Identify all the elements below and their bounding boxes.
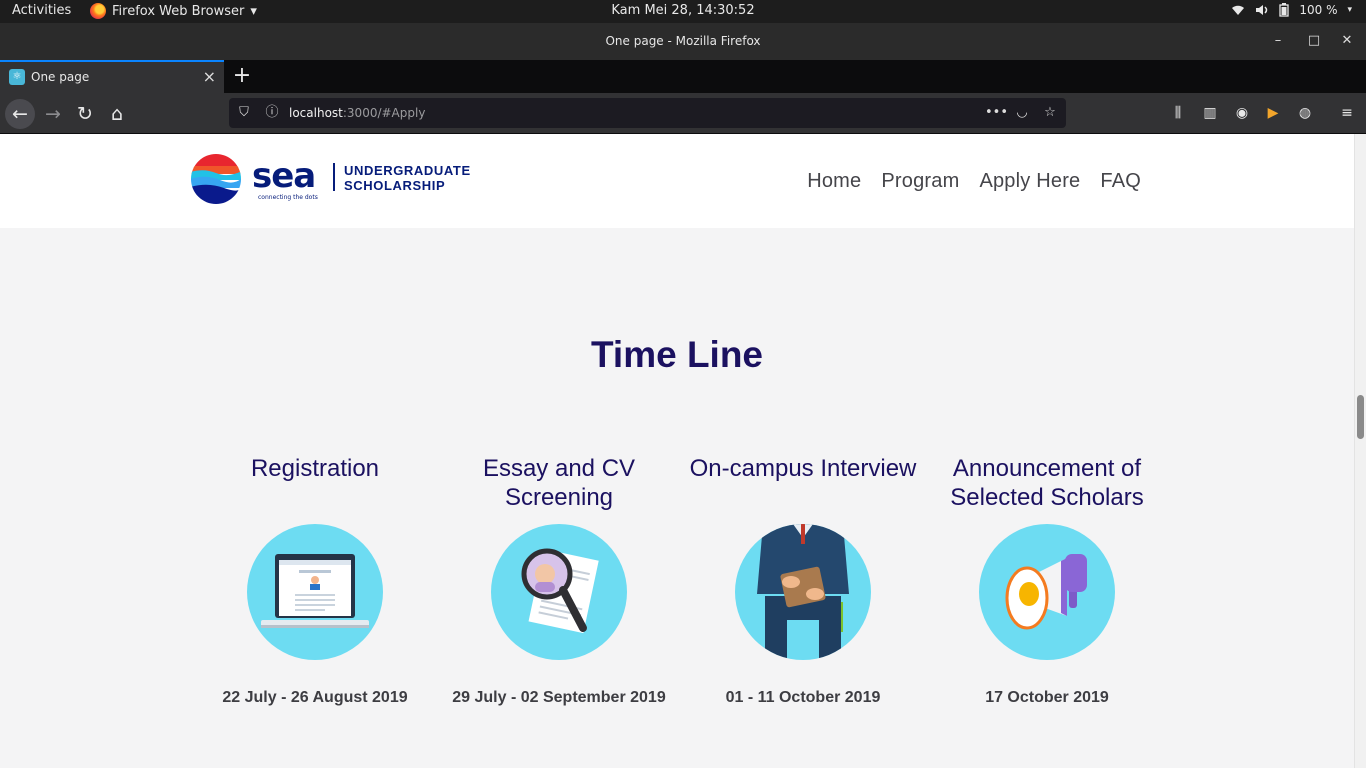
nav-apply-here[interactable]: Apply Here	[979, 170, 1080, 193]
window-title: One page - Mozilla Firefox	[605, 34, 761, 48]
battery-level: 100 %	[1299, 3, 1338, 17]
sidebar-icon[interactable]: ▥	[1200, 103, 1220, 123]
site-logo[interactable]: sea connecting the dots UNDERGRADUATE SC…	[190, 154, 492, 204]
system-top-bar: Activities Firefox Web Browser ▾ Kam Mei…	[0, 0, 1366, 23]
reload-button[interactable]: ↻	[70, 99, 100, 129]
logo-line-2: SCHOLARSHIP	[344, 178, 446, 193]
tracking-shield-icon[interactable]: ⛉	[235, 104, 253, 122]
site-info-icon[interactable]: ⓘ	[263, 104, 281, 122]
library-icon[interactable]: ⫼	[1168, 103, 1188, 123]
site-header: sea connecting the dots UNDERGRADUATE SC…	[0, 134, 1354, 228]
chevron-down-icon: ▾	[1347, 5, 1352, 15]
nav-home[interactable]: Home	[807, 170, 861, 193]
window-titlebar: One page - Mozilla Firefox – □ ✕	[0, 23, 1366, 60]
url-path: :3000/#Apply	[342, 106, 426, 120]
volume-icon	[1256, 5, 1268, 15]
timeline-step-screening: Essay and CV Screening 29 July - 02 Sept…	[437, 454, 681, 706]
tab-label: One page	[31, 70, 90, 84]
logo-line-1: UNDERGRADUATE	[344, 163, 471, 178]
forward-button[interactable]: →	[38, 99, 68, 129]
react-favicon-icon: ⚛	[9, 69, 25, 85]
maximize-icon[interactable]: □	[1304, 31, 1324, 51]
bookmark-star-icon[interactable]: ☆	[1041, 104, 1059, 122]
home-button[interactable]: ⌂	[102, 99, 132, 129]
step-date: 01 - 11 October 2019	[725, 689, 881, 706]
timeline-heading: Time Line	[590, 334, 764, 375]
step-title: On-campus Interview	[689, 455, 917, 482]
step-title: Announcement of Selected Scholars	[950, 455, 1144, 511]
menu-hamburger-icon[interactable]: ≡	[1337, 103, 1357, 123]
step-date: 22 July - 26 August 2019	[222, 689, 408, 706]
extension-icon[interactable]: ▶	[1263, 103, 1283, 123]
clock[interactable]: Kam Mei 28, 14:30:52	[0, 3, 1366, 18]
magnifier-cv-icon	[491, 524, 627, 660]
navigation-toolbar: ← → ↻ ⌂ ⛉ ⓘ localhost:3000/#Apply ••• ◡ …	[0, 93, 1366, 134]
timeline-step-registration: Registration 22 July - 26 August 2019	[193, 454, 437, 706]
url-host: localhost	[289, 106, 343, 120]
globe-icon[interactable]: ◍	[1295, 103, 1315, 123]
page-viewport: sea connecting the dots UNDERGRADUATE SC…	[0, 134, 1354, 768]
nav-program[interactable]: Program	[881, 170, 959, 193]
battery-icon	[1279, 3, 1289, 17]
nav-faq[interactable]: FAQ	[1100, 170, 1141, 193]
page-scrollbar[interactable]	[1354, 134, 1366, 768]
back-button[interactable]: ←	[5, 99, 35, 129]
sea-logo-icon	[191, 154, 241, 204]
new-tab-button[interactable]: +	[230, 62, 254, 90]
step-title: Essay and CV Screening	[482, 455, 636, 511]
url-bar[interactable]: ⛉ ⓘ localhost:3000/#Apply ••• ◡ ☆	[229, 98, 1066, 128]
close-tab-icon[interactable]: ×	[203, 67, 216, 86]
megaphone-icon	[979, 524, 1115, 660]
step-date: 17 October 2019	[985, 689, 1109, 706]
scrollbar-thumb[interactable]	[1357, 395, 1364, 439]
minimize-icon[interactable]: –	[1268, 31, 1288, 51]
url-text[interactable]: localhost:3000/#Apply	[289, 106, 425, 120]
timeline-step-interview: On-campus Interview 01 - 11 October 2019	[681, 454, 925, 706]
page-actions-icon[interactable]: •••	[985, 104, 1008, 122]
site-nav: Home Program Apply Here FAQ	[807, 170, 1141, 193]
close-window-icon[interactable]: ✕	[1337, 31, 1357, 51]
tab-strip: ⚛ One page × +	[0, 60, 1366, 93]
interviewee-icon	[735, 524, 871, 660]
logo-tagline: connecting the dots	[258, 194, 318, 201]
laptop-registration-icon	[247, 524, 383, 660]
step-date: 29 July - 02 September 2019	[452, 689, 666, 706]
account-icon[interactable]: ◉	[1232, 103, 1252, 123]
logo-wordmark: sea	[252, 156, 316, 196]
step-title: Registration	[250, 455, 380, 482]
pocket-icon[interactable]: ◡	[1013, 104, 1031, 122]
logo-divider	[333, 163, 335, 191]
tab-one-page[interactable]: ⚛ One page ×	[0, 60, 224, 93]
system-tray[interactable]: 100 % ▾	[1231, 3, 1352, 17]
wifi-icon	[1232, 5, 1245, 15]
timeline-step-announcement: Announcement of Selected Scholars 17 Oct…	[925, 454, 1169, 706]
